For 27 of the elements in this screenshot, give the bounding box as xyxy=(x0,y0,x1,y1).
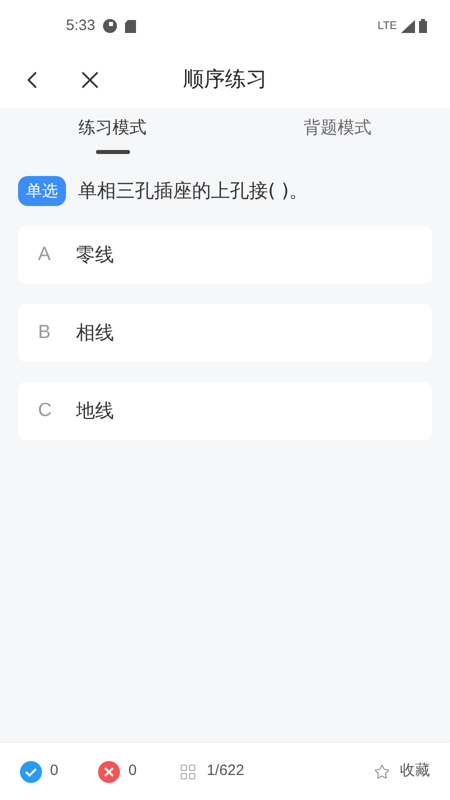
star-icon xyxy=(374,764,390,780)
answer-option[interactable]: A 零线 xyxy=(18,226,432,284)
option-letter: C xyxy=(38,398,52,423)
correct-check-icon xyxy=(20,760,42,782)
option-text: 地线 xyxy=(76,398,114,424)
question-index-button[interactable]: 1/622 xyxy=(178,760,244,783)
option-text: 相线 xyxy=(76,320,114,346)
wrong-count: 0 xyxy=(128,761,137,782)
answer-option[interactable]: B 相线 xyxy=(18,304,432,362)
question-type-badge: 单选 xyxy=(18,176,66,206)
option-letter: B xyxy=(38,320,52,345)
battery-icon xyxy=(419,19,427,33)
favorite-button[interactable]: 收藏 xyxy=(374,760,430,783)
option-text: 零线 xyxy=(76,242,114,268)
option-letter: A xyxy=(38,242,52,267)
status-time: 5:33 xyxy=(66,16,96,36)
page-title: 顺序练习 xyxy=(183,66,267,94)
answer-option[interactable]: C 地线 xyxy=(18,382,432,440)
question-text: 单相三孔插座的上孔接( )。 xyxy=(78,178,308,204)
correct-count: 0 xyxy=(50,761,58,782)
signal-icon xyxy=(401,20,415,32)
sd-card-icon xyxy=(125,20,136,32)
network-label: LTE xyxy=(378,18,397,34)
wrong-cross-icon xyxy=(98,760,120,782)
mode-tab[interactable]: 练习模式 xyxy=(0,108,225,158)
mode-tab[interactable]: 背题模式 xyxy=(225,108,450,158)
grid-icon xyxy=(178,762,197,780)
